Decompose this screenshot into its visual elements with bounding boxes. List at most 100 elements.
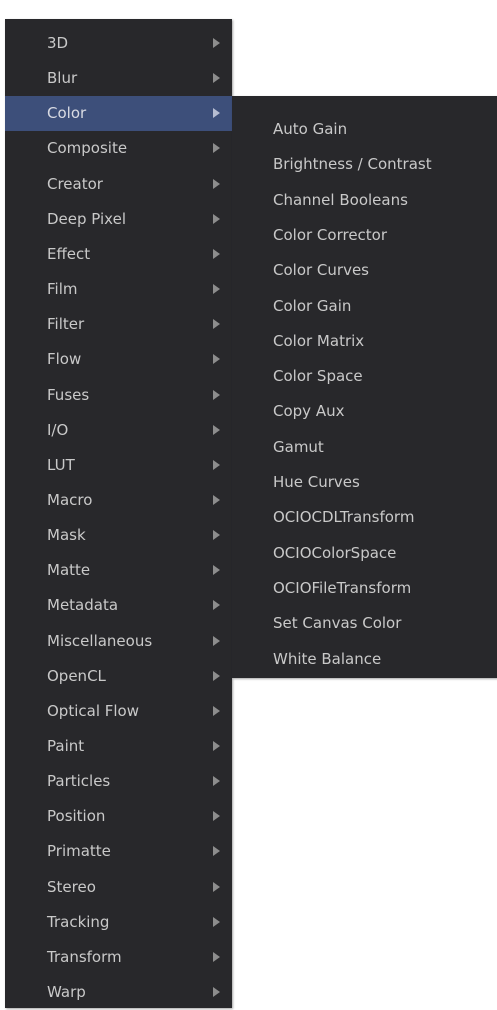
menu-item-creator[interactable]: Creator [5,167,232,202]
submenu-item-ociofiletransform[interactable]: OCIOFileTransform [232,572,497,607]
submenu-item-label: Color Space [273,367,363,385]
menu-item-particles[interactable]: Particles [5,764,232,799]
menu-item-label: Miscellaneous [47,632,153,650]
submenu-item-hue-curves[interactable]: Hue Curves [232,466,497,501]
submenu-item-gamut[interactable]: Gamut [232,431,497,466]
submenu-arrow-icon [213,38,220,48]
submenu-item-label: Hue Curves [273,473,360,491]
menu-item-tracking[interactable]: Tracking [5,905,232,940]
menu-item-primatte[interactable]: Primatte [5,834,232,869]
menu-item-label: Position [47,807,106,825]
menu-item-fuses[interactable]: Fuses [5,378,232,413]
submenu-item-auto-gain[interactable]: Auto Gain [232,113,497,148]
menu-item-macro[interactable]: Macro [5,483,232,518]
submenu-item-color-corrector[interactable]: Color Corrector [232,219,497,254]
submenu-arrow-icon [213,671,220,681]
submenu-arrow-icon [213,706,220,716]
submenu-item-ociocdltransform[interactable]: OCIOCDLTransform [232,501,497,536]
menu-item-metadata[interactable]: Metadata [5,588,232,623]
menu-item-label: OpenCL [47,667,106,685]
menu-item-transform[interactable]: Transform [5,940,232,975]
menu-item-mask[interactable]: Mask [5,518,232,553]
submenu-arrow-icon [213,776,220,786]
menu-item-warp[interactable]: Warp [5,975,232,1010]
submenu-item-color-gain[interactable]: Color Gain [232,290,497,325]
menu-item-deep-pixel[interactable]: Deep Pixel [5,202,232,237]
menu-item-lut[interactable]: LUT [5,448,232,483]
submenu-item-label: Gamut [273,438,324,456]
submenu-item-label: Copy Aux [273,402,345,420]
submenu-arrow-icon [213,460,220,470]
submenu-arrow-icon [213,495,220,505]
menu-item-label: Paint [47,737,85,755]
submenu-arrow-icon [213,143,220,153]
menu-item-label: Flow [47,350,82,368]
submenu-item-ociocolorspace[interactable]: OCIOColorSpace [232,537,497,572]
submenu-arrow-icon [213,882,220,892]
menu-item-effect[interactable]: Effect [5,237,232,272]
main-menu: 3D Blur Color Composite Creator Deep Pixel Eff… [5,19,232,1008]
submenu-arrow-icon [213,987,220,997]
menu-item-matte[interactable]: Matte [5,553,232,588]
submenu-item-label: OCIOFileTransform [273,579,412,597]
submenu-item-channel-booleans[interactable]: Channel Booleans [232,184,497,219]
menu-item-label: Effect [47,245,91,263]
menu-item-label: I/O [47,421,69,439]
submenu-item-color-space[interactable]: Color Space [232,360,497,395]
menu-item-label: Creator [47,175,103,193]
menu-item-filter[interactable]: Filter [5,307,232,342]
submenu-item-color-matrix[interactable]: Color Matrix [232,325,497,360]
menu-item-label: Transform [47,948,122,966]
submenu-item-copy-aux[interactable]: Copy Aux [232,395,497,430]
submenu-arrow-icon [213,425,220,435]
menu-item-label: Optical Flow [47,702,139,720]
submenu-arrow-icon [213,636,220,646]
menu-item-paint[interactable]: Paint [5,729,232,764]
submenu-arrow-icon [213,741,220,751]
submenu-arrow-icon [213,846,220,856]
menu-item-label: Mask [47,526,86,544]
submenu-item-label: Color Gain [273,297,352,315]
submenu-item-label: Color Matrix [273,332,365,350]
submenu-item-brightness-contrast[interactable]: Brightness / Contrast [232,148,497,183]
submenu-arrow-icon [213,565,220,575]
menu-item-label: Macro [47,491,93,509]
submenu-item-label: White Balance [273,650,382,668]
submenu-item-label: Channel Booleans [273,191,408,209]
submenu-arrow-icon [213,354,220,364]
submenu-item-label: Brightness / Contrast [273,155,432,173]
menu-item-composite[interactable]: Composite [5,131,232,166]
menu-item-label: Fuses [47,386,90,404]
menu-item-optical-flow[interactable]: Optical Flow [5,694,232,729]
menu-item-i-o[interactable]: I/O [5,413,232,448]
menu-item-position[interactable]: Position [5,799,232,834]
menu-item-label: Blur [47,69,78,87]
submenu-arrow-icon [213,284,220,294]
submenu-arrow-icon [213,811,220,821]
submenu-item-white-balance[interactable]: White Balance [232,643,497,678]
menu-item-label: LUT [47,456,75,474]
submenu-item-set-canvas-color[interactable]: Set Canvas Color [232,607,497,642]
menu-item-label: Warp [47,983,86,1001]
menu-item-miscellaneous[interactable]: Miscellaneous [5,624,232,659]
menu-item-label: Stereo [47,878,96,896]
menu-item-blur[interactable]: Blur [5,61,232,96]
menu-item-label: Filter [47,315,85,333]
submenu-item-label: Set Canvas Color [273,614,402,632]
menu-item-3d[interactable]: 3D [5,26,232,61]
menu-item-opencl[interactable]: OpenCL [5,659,232,694]
menu-item-stereo[interactable]: Stereo [5,870,232,905]
menu-item-label: Film [47,280,78,298]
menu-item-label: Primatte [47,842,111,860]
submenu-arrow-icon [213,952,220,962]
submenu-item-color-curves[interactable]: Color Curves [232,254,497,289]
submenu-item-label: Auto Gain [273,120,348,138]
submenu-arrow-icon [213,600,220,610]
submenu-arrow-icon [213,530,220,540]
menu-item-color[interactable]: Color [5,96,232,131]
menu-item-flow[interactable]: Flow [5,342,232,377]
menu-item-label: Tracking [47,913,110,931]
submenu-arrow-icon [213,917,220,927]
menu-item-label: Matte [47,561,91,579]
menu-item-film[interactable]: Film [5,272,232,307]
